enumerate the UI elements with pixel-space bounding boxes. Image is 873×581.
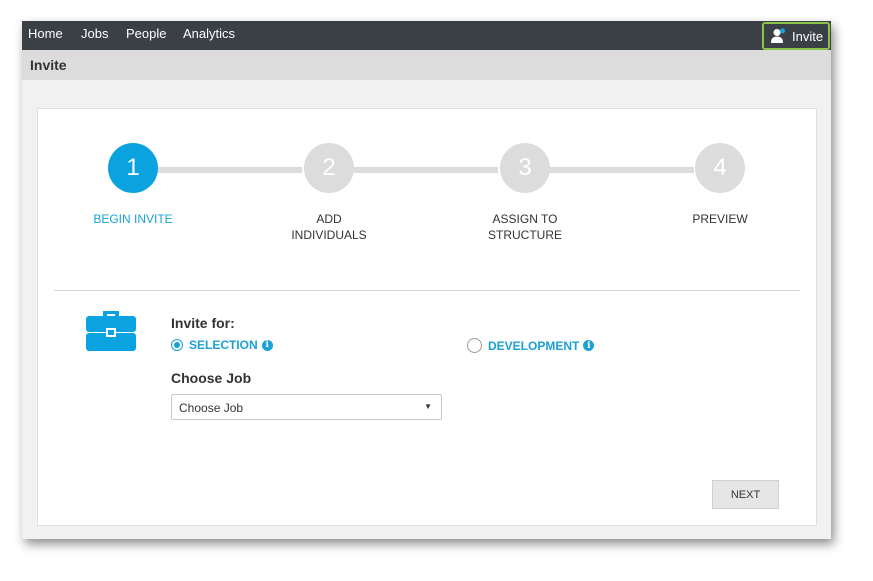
invite-for-label: Invite for: <box>171 315 235 331</box>
choose-job-select-value: Choose Job <box>179 401 244 415</box>
nav-home[interactable]: Home <box>28 26 63 41</box>
step-4-label-line1: PREVIEW <box>692 212 748 226</box>
development-option[interactable]: DEVELOPMENT i <box>467 338 595 353</box>
step-4-circle[interactable]: 4 <box>695 143 745 193</box>
selection-option[interactable]: SELECTION i <box>171 338 273 352</box>
development-info-icon[interactable]: i <box>583 340 595 351</box>
step-2-circle[interactable]: 2 <box>304 143 354 193</box>
nav-analytics[interactable]: Analytics <box>183 26 235 41</box>
page-title-bar: Invite <box>22 50 831 80</box>
step-4-label: PREVIEW <box>650 211 790 227</box>
selection-info-icon[interactable]: i <box>261 339 273 351</box>
choose-job-select[interactable]: Choose Job ▼ <box>171 394 442 420</box>
section-divider <box>54 290 800 291</box>
invite-nav-label: Invite <box>792 28 824 44</box>
development-radio[interactable] <box>467 338 482 353</box>
progress-track-1-2 <box>156 167 302 173</box>
step-3-label-line1: ASSIGN TO <box>492 212 558 226</box>
progress-track-3-4 <box>548 167 694 173</box>
step-2-label: ADD INDIVIDUALS <box>259 211 399 243</box>
step-3-circle[interactable]: 3 <box>500 143 550 193</box>
step-2-label-line1: ADD <box>316 212 342 226</box>
step-3-label-line2: STRUCTURE <box>488 228 562 242</box>
selection-label[interactable]: SELECTION <box>189 338 258 352</box>
step-1-label: BEGIN INVITE <box>63 211 203 227</box>
invite-nav-button[interactable]: Invite <box>762 22 830 50</box>
nav-jobs[interactable]: Jobs <box>81 26 108 41</box>
step-3-label: ASSIGN TO STRUCTURE <box>455 211 595 243</box>
next-button[interactable]: NEXT <box>712 480 779 509</box>
selection-radio[interactable] <box>171 339 183 351</box>
briefcase-icon <box>86 311 136 351</box>
development-label[interactable]: DEVELOPMENT <box>488 339 579 353</box>
nav-people[interactable]: People <box>126 26 166 41</box>
invite-wizard-card: 1 2 3 4 BEGIN INVITE ADD INDIVIDUALS ASS… <box>37 108 817 526</box>
progress-track-2-3 <box>352 167 498 173</box>
page-title: Invite <box>30 57 67 73</box>
step-1-label-line1: BEGIN INVITE <box>93 212 173 226</box>
top-nav-bar: Home Jobs People Analytics Invite <box>22 21 831 50</box>
step-1-circle[interactable]: 1 <box>108 143 158 193</box>
caret-down-icon: ▼ <box>424 402 432 411</box>
choose-job-heading: Choose Job <box>171 370 252 386</box>
app-window: Home Jobs People Analytics Invite Invite… <box>22 21 831 539</box>
step-2-label-line2: INDIVIDUALS <box>291 228 367 242</box>
add-user-icon <box>771 28 786 43</box>
